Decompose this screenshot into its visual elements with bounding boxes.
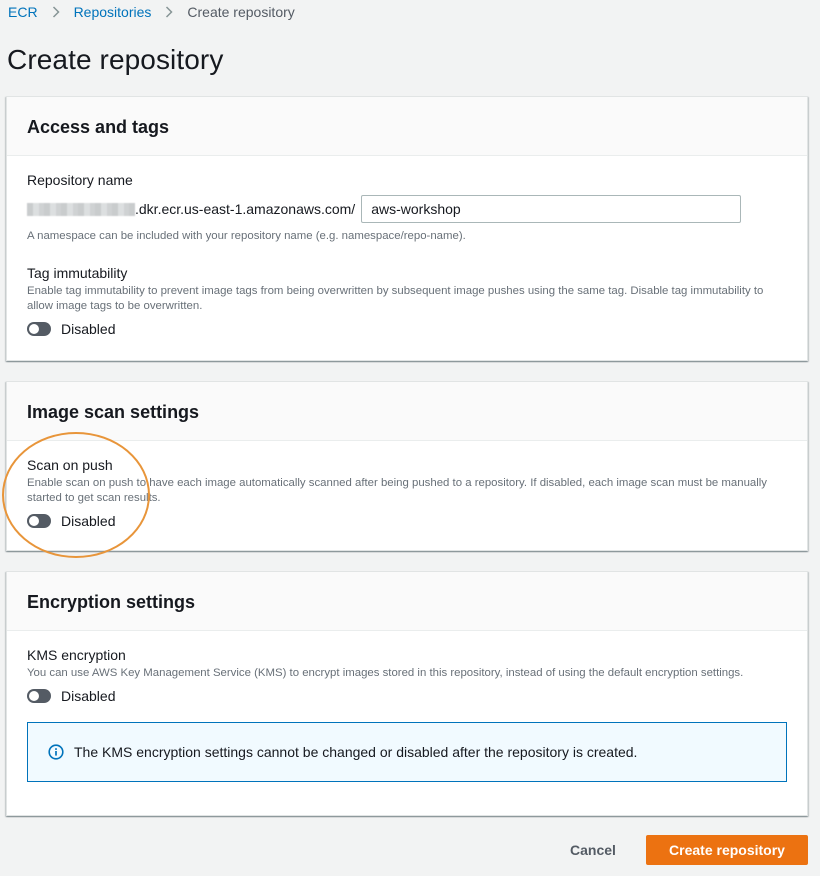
panel-title: Encryption settings — [27, 592, 196, 612]
repository-name-input[interactable] — [361, 195, 742, 223]
chevron-right-icon — [52, 6, 60, 18]
access-and-tags-panel: Access and tags Repository name .dkr.ecr… — [6, 96, 808, 361]
panel-header: Image scan settings — [7, 382, 807, 441]
image-scan-settings-panel: Image scan settings Scan on push Enable … — [6, 381, 808, 551]
tag-immutability-label: Tag immutability — [27, 265, 128, 281]
create-repository-button[interactable]: Create repository — [646, 835, 808, 865]
info-icon — [48, 744, 64, 760]
kms-info-alert: The KMS encryption settings cannot be ch… — [27, 722, 787, 782]
encryption-settings-panel: Encryption settings KMS encryption You c… — [6, 571, 808, 816]
panel-header: Access and tags — [7, 97, 807, 156]
tag-immutability-description: Enable tag immutability to prevent image… — [27, 285, 764, 312]
scan-on-push-description: Enable scan on push to have each image a… — [27, 477, 767, 504]
breadcrumb: ECR Repositories Create repository — [8, 3, 295, 21]
panel-title: Image scan settings — [27, 402, 200, 422]
breadcrumb-ecr-link[interactable]: ECR — [8, 4, 38, 20]
alert-text: The KMS encryption settings cannot be ch… — [74, 744, 638, 760]
panel-body: Scan on push Enable scan on push to have… — [7, 441, 807, 529]
panel-header: Encryption settings — [7, 572, 807, 631]
chevron-right-icon — [165, 6, 173, 18]
kms-encryption-toggle-row: Disabled — [27, 688, 787, 704]
page-title: Create repository — [7, 44, 224, 75]
repository-uri-row: .dkr.ecr.us-east-1.amazonaws.com/ — [27, 195, 787, 223]
tag-immutability-toggle[interactable] — [27, 322, 51, 336]
toggle-knob — [29, 691, 39, 701]
repository-uri-suffix: .dkr.ecr.us-east-1.amazonaws.com/ — [135, 201, 356, 217]
redacted-account-id — [27, 202, 135, 216]
toggle-knob — [29, 324, 39, 334]
repository-name-label: Repository name — [27, 172, 133, 188]
cancel-button[interactable]: Cancel — [556, 835, 630, 865]
scan-on-push-label: Scan on push — [27, 457, 113, 473]
tag-immutability-toggle-row: Disabled — [27, 321, 787, 337]
kms-encryption-description: You can use AWS Key Management Service (… — [27, 667, 744, 679]
scan-on-push-state: Disabled — [61, 513, 116, 529]
scan-on-push-toggle[interactable] — [27, 514, 51, 528]
tag-immutability-state: Disabled — [61, 321, 116, 337]
scan-on-push-toggle-row: Disabled — [27, 513, 787, 529]
kms-encryption-toggle[interactable] — [27, 689, 51, 703]
breadcrumb-repositories-link[interactable]: Repositories — [74, 4, 152, 20]
breadcrumb-current: Create repository — [187, 4, 295, 20]
panel-body: KMS encryption You can use AWS Key Manag… — [7, 631, 807, 782]
kms-encryption-state: Disabled — [61, 688, 116, 704]
toggle-knob — [29, 516, 39, 526]
repository-name-hint: A namespace can be included with your re… — [27, 230, 466, 242]
panel-body: Repository name .dkr.ecr.us-east-1.amazo… — [7, 156, 807, 337]
kms-encryption-label: KMS encryption — [27, 647, 126, 663]
panel-title: Access and tags — [27, 117, 170, 137]
